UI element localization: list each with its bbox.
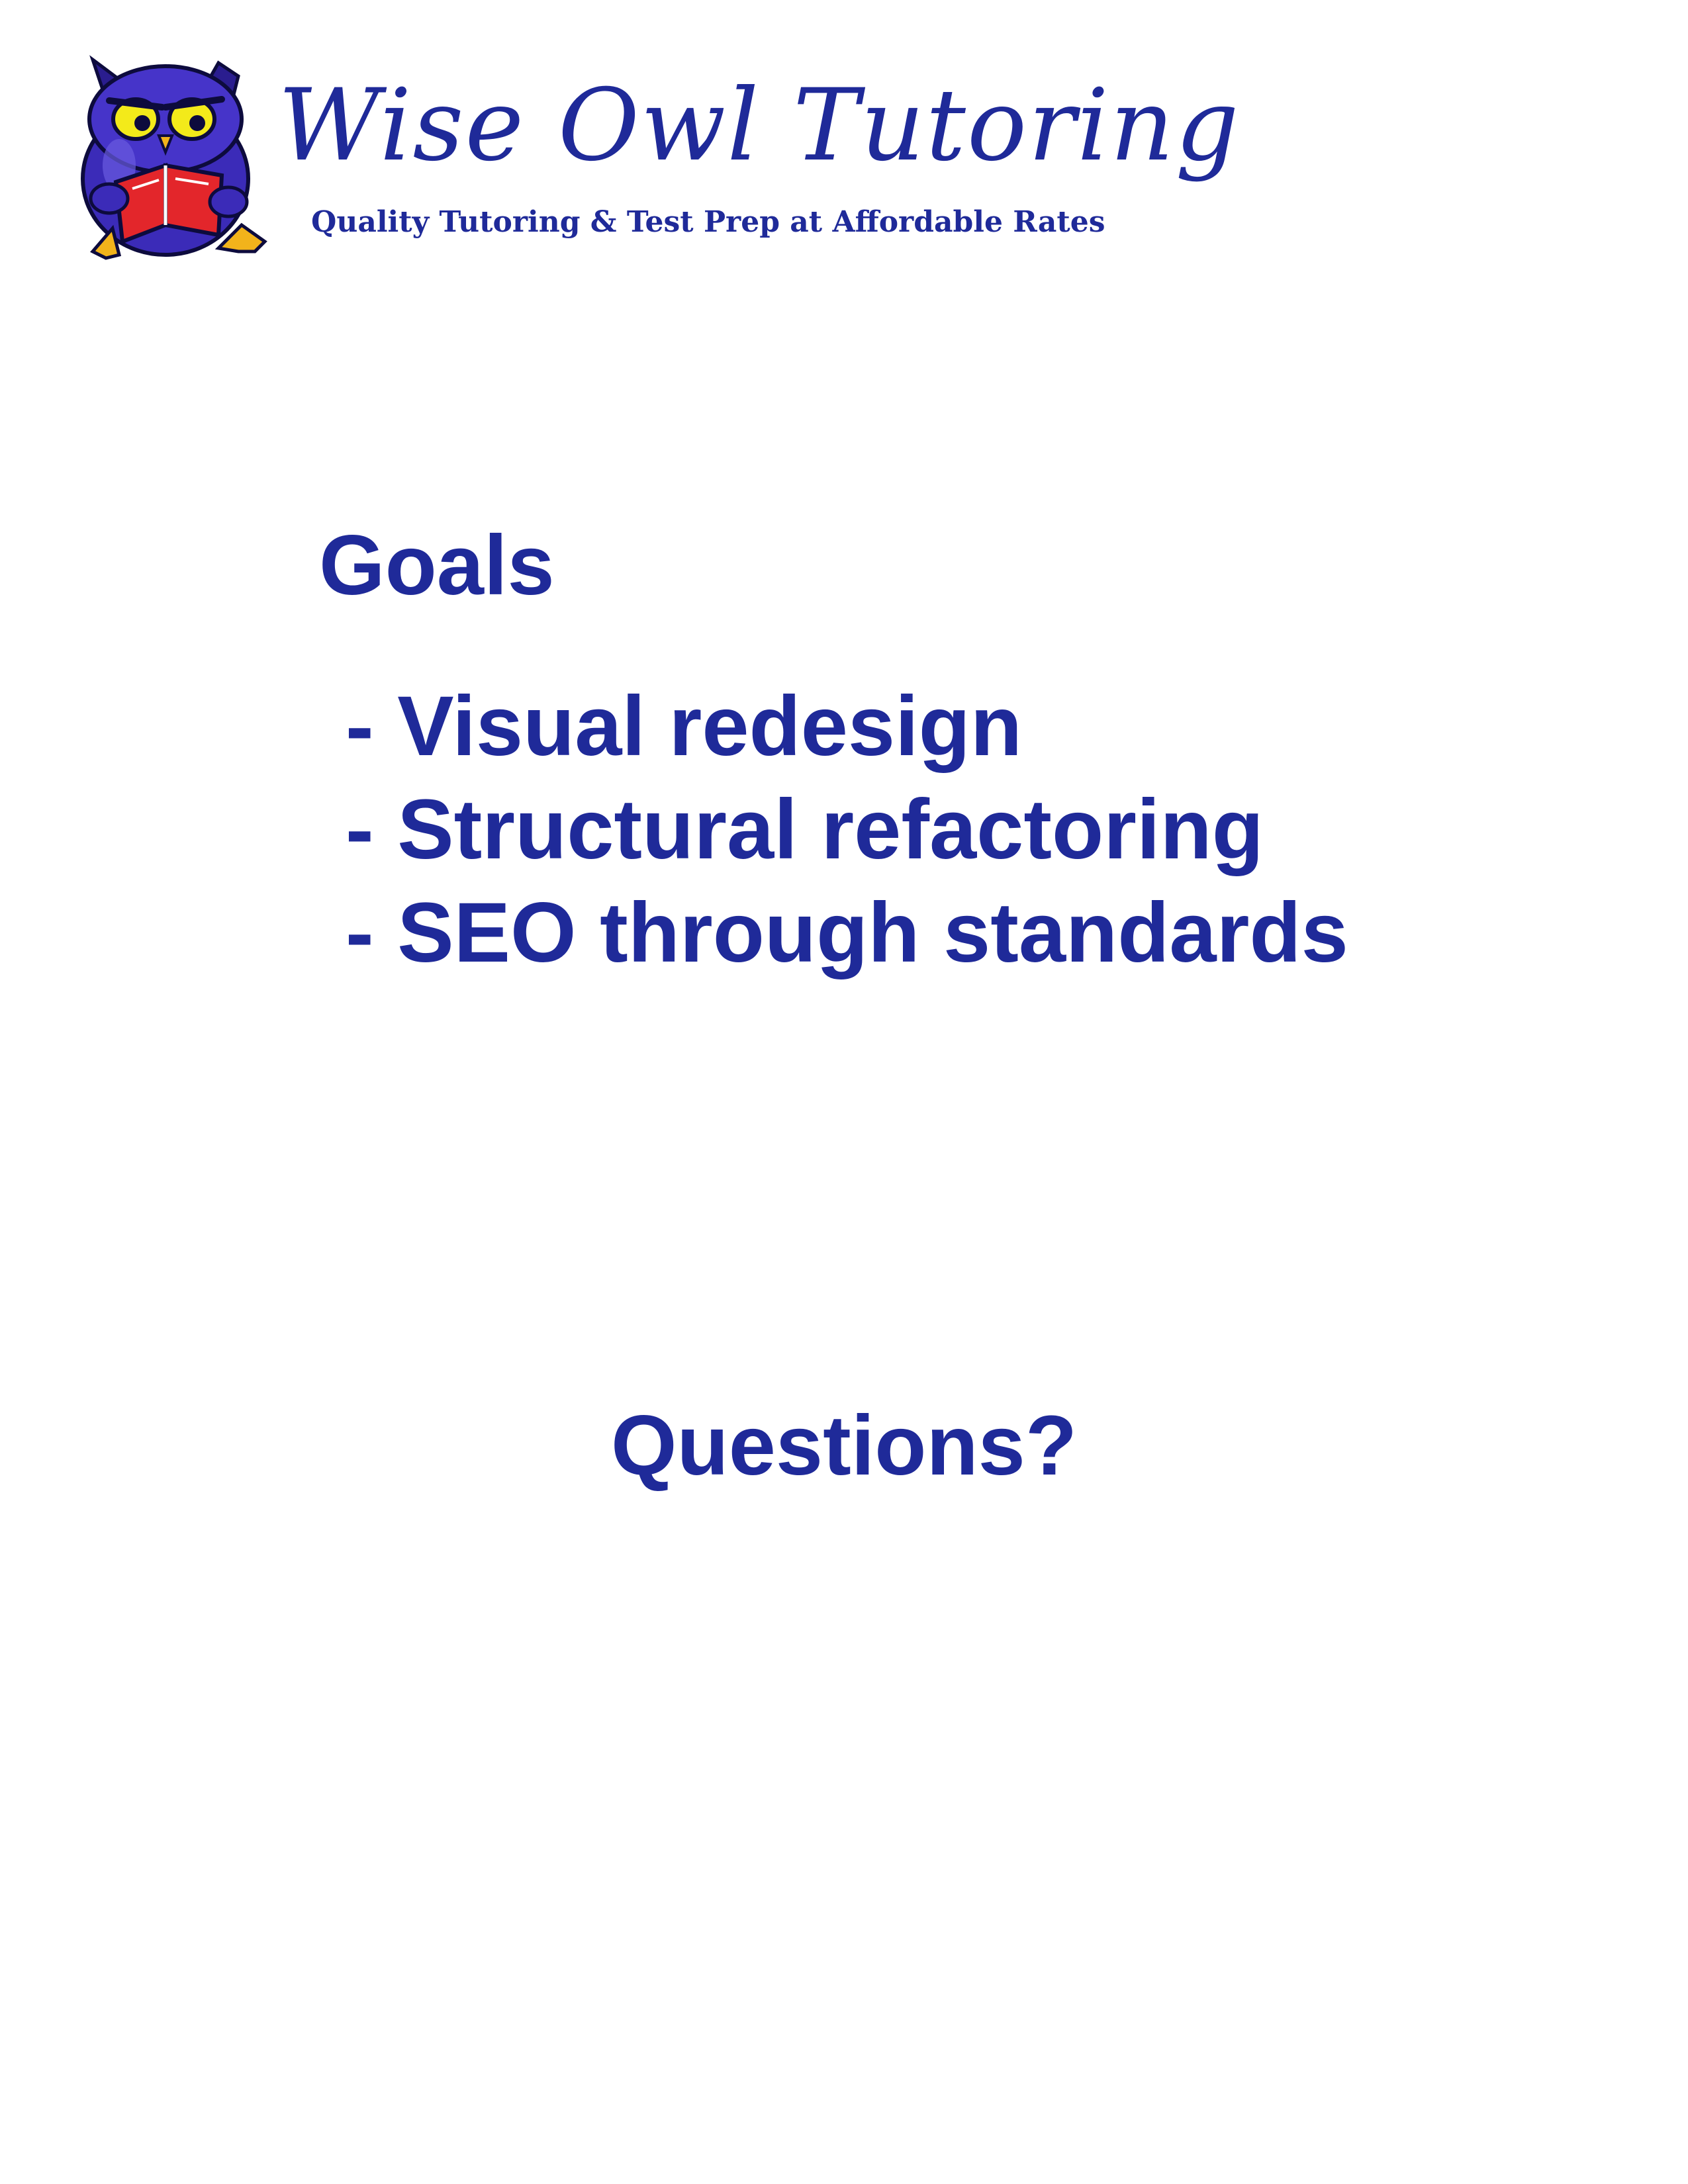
goal-item: - Visual redesign	[346, 679, 1022, 774]
goal-item: - Structural refactoring	[346, 782, 1264, 877]
questions-text: Questions?	[610, 1398, 1078, 1493]
owl-logo-icon	[66, 53, 285, 271]
brand-tagline: Quality Tutoring & Test Prep at Affordab…	[311, 205, 1105, 239]
goals-list: - Visual redesign - Structural refactori…	[346, 675, 1348, 985]
slide-page: Wise Owl Tutoring Quality Tutoring & Tes…	[0, 0, 1688, 2184]
goals-heading: Goals	[319, 518, 555, 613]
goal-item: - SEO through standards	[346, 886, 1348, 980]
brand-title: Wise Owl Tutoring	[278, 68, 1241, 183]
